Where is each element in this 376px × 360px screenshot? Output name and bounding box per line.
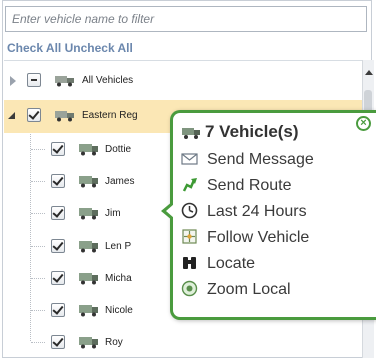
truck-icon [79,273,98,285]
vehicle-filter-field[interactable] [5,6,367,32]
vehicle-name: Nicole [105,305,133,316]
truck-icon [182,127,200,139]
menu-item-label: Follow Vehicle [207,229,310,246]
vehicle-name: Micha [105,273,132,284]
vehicle-context-popup: × 7 Vehicle(s) Send Message Send Route L… [161,110,376,320]
vehicle-checkbox[interactable] [51,174,65,188]
menu-locate[interactable]: Locate [181,255,371,281]
envelope-icon [181,153,198,165]
menu-follow-vehicle[interactable]: Follow Vehicle [181,229,371,255]
vehicle-checkbox[interactable] [51,271,65,285]
tree-connector-line [31,149,45,150]
popup-title: 7 Vehicle(s) [181,122,299,142]
vehicle-name: Roy [105,337,123,348]
menu-item-label: Send Route [207,177,292,194]
binoculars-icon [183,257,196,270]
collapse-arrow-icon[interactable] [8,112,15,119]
tree-connector-line [31,181,45,182]
tree-connector-line [31,278,45,279]
check-all-link[interactable]: Check All [7,41,61,55]
menu-item-label: Last 24 Hours [207,203,307,220]
menu-last-24-hours[interactable]: Last 24 Hours [181,202,371,229]
vehicle-checkbox[interactable] [51,239,65,253]
vehicle-checkbox[interactable] [51,206,65,220]
popup-title-text: 7 Vehicle(s) [205,122,299,141]
route-arrow-icon [182,178,197,192]
clock-icon [181,202,198,219]
menu-zoom-local[interactable]: Zoom Local [181,281,371,307]
truck-icon [79,208,98,220]
tree-row-all-vehicles[interactable]: All Vehicles [4,65,362,98]
tree-connector-line [31,310,45,311]
truck-icon [79,241,98,253]
tree-row-label: Eastern Reg [82,110,138,121]
uncheck-all-link[interactable]: Uncheck All [65,41,133,55]
vehicle-checkbox[interactable] [51,303,65,317]
truck-icon [79,176,98,188]
scroll-up-arrow-icon[interactable] [365,70,373,75]
vehicle-group-icon [55,111,74,122]
menu-item-label: Zoom Local [207,281,291,298]
zoom-circle-icon [181,281,198,297]
truck-icon [79,337,98,349]
vehicle-name: Jim [105,208,121,219]
vehicle-name: James [105,176,135,187]
menu-item-label: Locate [207,255,256,272]
all-vehicles-checkbox[interactable] [27,73,41,87]
expand-arrow-icon[interactable] [10,76,16,86]
tree-row-vehicle[interactable]: Roy [4,327,362,360]
tree-connector-line [31,213,45,214]
vehicle-group-icon [55,76,74,87]
vehicle-checkbox[interactable] [51,142,65,156]
menu-send-route[interactable]: Send Route [181,177,371,203]
follow-target-icon [182,229,197,244]
vehicle-checkbox[interactable] [51,335,65,349]
close-icon[interactable]: × [356,116,371,131]
tree-connector-line [31,246,45,247]
eastern-region-checkbox[interactable] [27,108,41,122]
menu-item-label: Send Message [207,151,314,168]
tree-row-label: All Vehicles [82,75,134,86]
tree-connector-line [31,342,45,343]
vehicle-name: Len P [105,241,132,252]
check-controls: Check All Uncheck All [7,41,133,55]
vehicle-filter-input[interactable] [12,12,366,26]
truck-icon [79,305,98,317]
truck-icon [79,144,98,156]
menu-send-message[interactable]: Send Message [181,151,371,177]
vehicle-name: Dottie [105,144,132,155]
